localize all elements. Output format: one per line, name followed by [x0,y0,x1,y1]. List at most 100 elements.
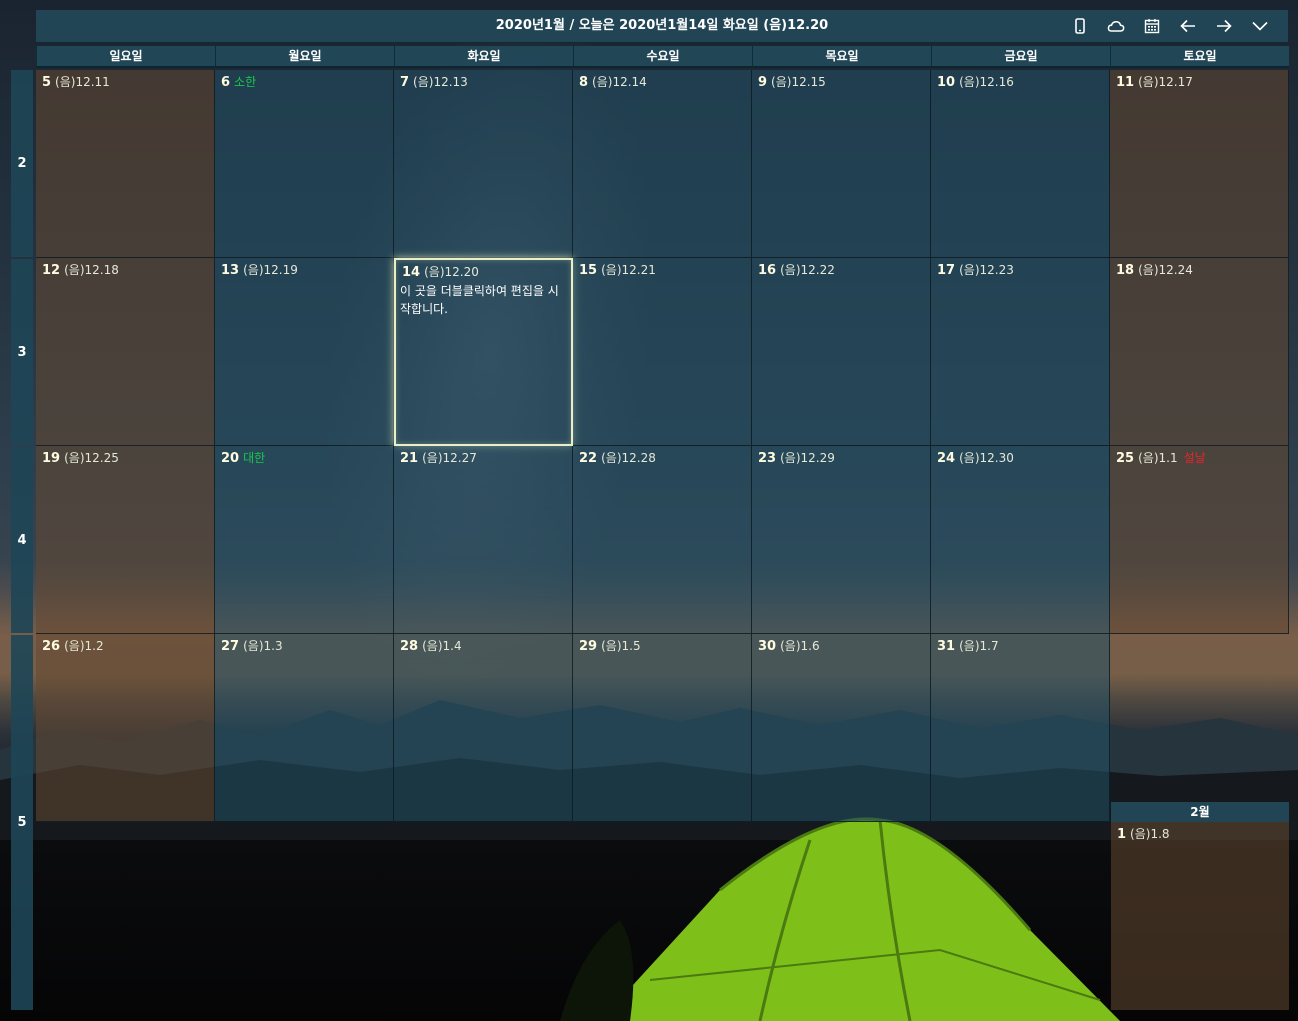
week-number-4: 4 [11,447,33,633]
day-cell[interactable]: 22 (음)12.28 [573,446,752,634]
day-cell-header: 17 (음)12.23 [937,261,1014,278]
week-number-5: 5 [11,635,33,1010]
lunar-date: (음)12.15 [771,75,826,89]
day-cell-header: 21 (음)12.27 [400,449,477,466]
day-note-text[interactable]: 이 곳을 더블클릭하여 편집을 시작합니다. [400,282,569,318]
day-cell[interactable]: 8 (음)12.14 [573,70,752,258]
lunar-date: (음)1.6 [780,639,820,653]
weekday-friday: 금요일 [931,46,1110,68]
weekday-wednesday: 수요일 [573,46,752,68]
week-number-2: 2 [11,70,33,257]
day-cell[interactable]: 7 (음)12.13 [394,70,573,258]
day-cell[interactable]: 30 (음)1.6 [752,634,931,822]
weekday-monday: 월요일 [215,46,394,68]
day-cell-header: 11 (음)12.17 [1116,73,1193,90]
day-cell-header: 13 (음)12.19 [221,261,298,278]
day-cell[interactable]: 31 (음)1.7 [931,634,1110,822]
day-cell[interactable]: 20 대한 [215,446,394,634]
day-cell[interactable]: 16 (음)12.22 [752,258,931,446]
day-cell-header: 10 (음)12.16 [937,73,1014,90]
day-number: 12 [42,263,61,278]
day-cell-header: 29 (음)1.5 [579,637,641,654]
lunar-date: (음)12.22 [780,263,835,277]
weekday-sunday: 일요일 [36,46,215,68]
day-cell[interactable]: 19 (음)12.25 [36,446,215,634]
day-number: 7 [400,75,410,90]
day-number: 13 [221,263,240,278]
lunar-date: (음)12.30 [959,451,1014,465]
lunar-date: (음)12.21 [601,263,656,277]
day-cell[interactable]: 27 (음)1.3 [215,634,394,822]
day-cell[interactable]: 5 (음)12.11 [36,70,215,258]
lunar-date: (음)1.1 [1138,451,1178,465]
day-number: 21 [400,451,419,466]
lunar-date: (음)12.17 [1138,75,1193,89]
day-cell[interactable]: 6 소한 [215,70,394,258]
day-number: 22 [579,451,598,466]
day-cell-header: 25 (음)1.1 설날 [1116,449,1206,466]
day-cell-header: 31 (음)1.7 [937,637,999,654]
day-cell-header: 1 (음)1.8 [1117,825,1170,842]
day-cell-header: 19 (음)12.25 [42,449,119,466]
day-cell-today[interactable]: 14 (음)12.20 이 곳을 더블클릭하여 편집을 시작합니다. [394,258,573,446]
day-number: 8 [579,75,589,90]
day-cell-header: 15 (음)12.21 [579,261,656,278]
day-cell[interactable]: 10 (음)12.16 [931,70,1110,258]
day-number: 18 [1116,263,1135,278]
day-number: 1 [1117,827,1127,842]
day-number: 29 [579,639,598,654]
day-cell[interactable]: 25 (음)1.1 설날 [1110,446,1289,634]
day-cell-header: 20 대한 [221,449,265,466]
lunar-date: (음)12.18 [64,263,119,277]
day-cell[interactable]: 9 (음)12.15 [752,70,931,258]
day-number: 23 [758,451,777,466]
day-number: 30 [758,639,777,654]
lunar-date: (음)12.25 [64,451,119,465]
day-cell[interactable]: 12 (음)12.18 [36,258,215,446]
day-cell[interactable]: 18 (음)12.24 [1110,258,1289,446]
day-number: 5 [42,75,52,90]
holiday-label: 소한 [234,75,257,89]
day-cell[interactable]: 28 (음)1.4 [394,634,573,822]
weekday-header: 일요일 월요일 화요일 수요일 목요일 금요일 토요일 [36,46,1290,68]
arrow-right-icon[interactable] [1206,10,1242,42]
calendar-icon[interactable] [1134,10,1170,42]
lunar-date: (음)12.20 [424,265,479,279]
weekday-saturday: 토요일 [1110,46,1289,68]
calendar-header-bar: 2020년1월 / 오늘은 2020년1월14일 화요일 (음)12.20 [36,10,1288,43]
day-cell[interactable]: 1 (음)1.8 [1111,822,1289,1010]
day-number: 26 [42,639,61,654]
calendar-title: 2020년1월 / 오늘은 2020년1월14일 화요일 (음)12.20 [495,18,829,33]
lunar-date: (음)12.11 [55,75,110,89]
day-cell[interactable]: 23 (음)12.29 [752,446,931,634]
lunar-date: (음)1.5 [601,639,641,653]
day-cell[interactable]: 24 (음)12.30 [931,446,1110,634]
day-cell-header: 14 (음)12.20 [402,263,479,280]
arrow-left-icon[interactable] [1170,10,1206,42]
day-cell[interactable]: 13 (음)12.19 [215,258,394,446]
cloud-icon[interactable] [1098,10,1134,42]
day-number: 28 [400,639,419,654]
day-number: 9 [758,75,768,90]
day-number: 17 [937,263,956,278]
day-cell-header: 7 (음)12.13 [400,73,468,90]
phone-icon[interactable] [1062,10,1098,42]
tent-background [560,817,1120,1021]
day-number: 24 [937,451,956,466]
day-cell[interactable]: 11 (음)12.17 [1110,70,1289,258]
lunar-date: (음)12.19 [243,263,298,277]
weekday-thursday: 목요일 [752,46,931,68]
day-number: 14 [402,265,421,280]
day-cell-header: 24 (음)12.30 [937,449,1014,466]
holiday-label: 설날 [1183,451,1206,465]
lunar-date: (음)12.24 [1138,263,1193,277]
day-cell-header: 12 (음)12.18 [42,261,119,278]
day-cell[interactable]: 17 (음)12.23 [931,258,1110,446]
day-cell[interactable]: 26 (음)1.2 [36,634,215,822]
day-cell-header: 6 소한 [221,73,256,90]
chevron-down-icon[interactable] [1242,10,1278,42]
day-cell[interactable]: 29 (음)1.5 [573,634,752,822]
day-cell[interactable]: 15 (음)12.21 [573,258,752,446]
day-number: 25 [1116,451,1135,466]
day-cell[interactable]: 21 (음)12.27 [394,446,573,634]
